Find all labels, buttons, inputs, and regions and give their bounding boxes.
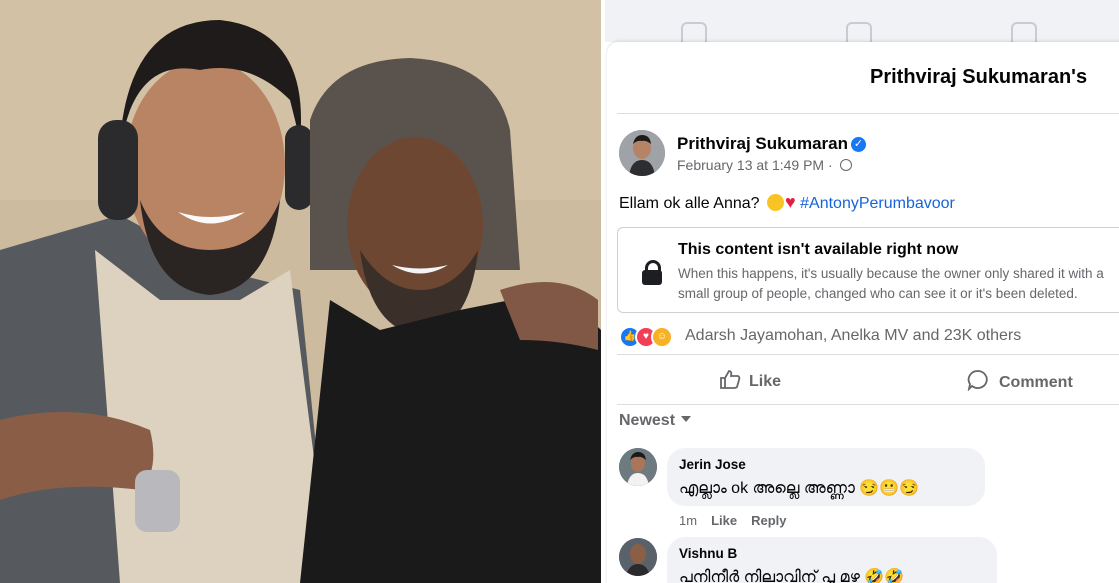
comment-time[interactable]: 1m xyxy=(679,513,697,528)
meta-separator: · xyxy=(827,157,833,173)
comment-text: എല്ലാം ok അല്ലെ അണ്ണാ 😏😬😏 xyxy=(679,480,920,497)
comment-label: Comment xyxy=(999,374,1073,391)
comment-actions: 1m Like Reply xyxy=(679,513,800,528)
home-nav-icon[interactable] xyxy=(681,22,707,42)
like-button[interactable]: Like xyxy=(719,369,781,391)
globe-icon xyxy=(839,159,852,171)
divider xyxy=(617,354,1119,355)
caret-down-icon xyxy=(681,416,692,422)
reaction-summary[interactable]: Adarsh Jayamohan, Anelka MV and 23K othe… xyxy=(685,327,1021,345)
post-text: Ellam ok alle Anna? ♥ #AntonyPerumbavoor xyxy=(619,192,955,213)
comment-button[interactable]: Comment xyxy=(967,369,1073,392)
unavailable-description: When this happens, it's usually because … xyxy=(678,266,1104,301)
post-meta: February 13 at 1:49 PM · xyxy=(677,157,852,173)
facebook-post-panel: Prithviraj Sukumaran's Prithviraj Sukuma… xyxy=(605,0,1119,583)
author-name[interactable]: Prithviraj Sukumaran xyxy=(677,134,848,154)
smirk-emoji-icon xyxy=(766,194,784,211)
comment-reply-link[interactable]: Reply xyxy=(751,513,786,528)
commenter-name[interactable]: Jerin Jose xyxy=(679,457,746,472)
lock-icon xyxy=(642,260,662,285)
comment-sort-dropdown[interactable]: Newest xyxy=(619,412,692,430)
comment-like-link[interactable]: Like xyxy=(711,513,737,528)
sort-label: Newest xyxy=(619,412,676,429)
divider xyxy=(617,113,1119,114)
marketplace-nav-icon[interactable] xyxy=(1011,22,1037,42)
unavailable-title: This content isn't available right now xyxy=(678,241,959,258)
like-label: Like xyxy=(749,373,782,390)
heart-emoji-icon: ♥ xyxy=(784,192,796,212)
commenter-avatar[interactable] xyxy=(619,538,657,576)
post-body: Ellam ok alle Anna? xyxy=(619,195,760,212)
comment-icon xyxy=(967,370,988,392)
top-nav-bar xyxy=(605,0,1119,42)
author-avatar[interactable] xyxy=(619,130,665,176)
photo-illustration xyxy=(0,0,601,583)
comment-bubble: Jerin Jose എല്ലാം ok അല്ലെ അണ്ണാ 😏😬😏 xyxy=(667,448,985,506)
comment-text: പനിനീർ നിലാവിന് പൂ മഴ 🤣🤣 xyxy=(679,569,905,583)
post-timestamp[interactable]: February 13 at 1:49 PM xyxy=(677,157,824,173)
dialog-title: Prithviraj Sukumaran's xyxy=(870,66,1088,88)
watch-nav-icon[interactable] xyxy=(846,22,872,42)
hashtag-link[interactable]: #AntonyPerumbavoor xyxy=(800,195,955,212)
post-photo xyxy=(0,0,601,583)
unavailable-content-box: This content isn't available right now W… xyxy=(617,227,1119,313)
comment-bubble: Vishnu B പനിനീർ നിലാവിന് പൂ മഴ 🤣🤣 xyxy=(667,537,997,583)
divider xyxy=(617,404,1119,405)
verified-badge-icon: ✓ xyxy=(851,137,866,152)
like-icon xyxy=(720,370,741,389)
haha-reaction-icon: ☺ xyxy=(651,326,673,348)
commenter-name[interactable]: Vishnu B xyxy=(679,546,737,561)
commenter-avatar[interactable] xyxy=(619,448,657,486)
